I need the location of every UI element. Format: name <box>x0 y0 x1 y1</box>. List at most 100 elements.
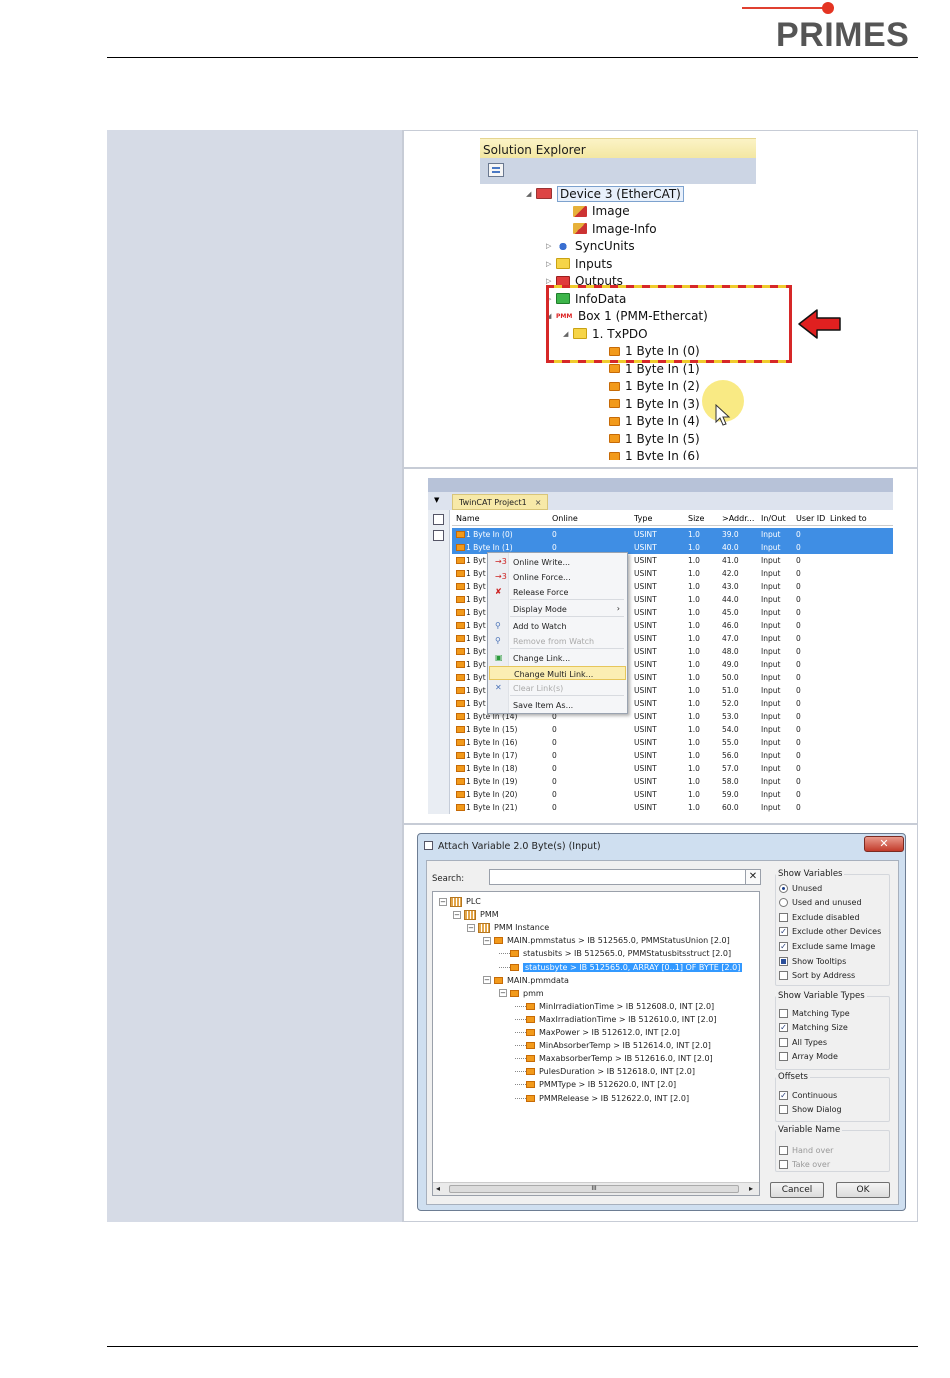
properties-icon[interactable] <box>488 163 504 177</box>
variable-tree-item[interactable]: MaxabsorberTemp > IB 512616.0, INT [2.0] <box>515 1052 713 1065</box>
expand-toggle-icon[interactable]: ◢ <box>526 190 536 198</box>
variable-tree-item[interactable]: − MAIN.pmmdata <box>483 974 569 987</box>
col-inout[interactable]: In/Out <box>761 514 786 523</box>
col-size[interactable]: Size <box>688 514 704 523</box>
checkbox[interactable]: ✓ <box>779 1090 788 1100</box>
variable-tree-item[interactable]: − PMM <box>453 908 499 921</box>
radio-button[interactable] <box>779 883 788 893</box>
option-used-and-unused[interactable]: Used and unused <box>779 897 862 909</box>
table-row[interactable]: 1 Byte In (16) 0 USINT 1.0 55.0 Input 0 <box>452 736 893 749</box>
variable-tree-item[interactable]: PMMRelease > IB 512622.0, INT [2.0] <box>515 1092 689 1105</box>
checkbox[interactable] <box>779 956 788 966</box>
table-row[interactable]: 1 Byte In (21) 0 USINT 1.0 60.0 Input 0 <box>452 801 893 814</box>
checkbox[interactable]: ✓ <box>779 927 788 937</box>
table-row[interactable]: 1 Byte In (17) 0 USINT 1.0 56.0 Input 0 <box>452 749 893 762</box>
radio-button[interactable] <box>779 898 788 908</box>
menu-item[interactable]: ✘ Release Force <box>489 585 626 599</box>
scroll-thumb[interactable]: III <box>449 1185 739 1193</box>
variable-tree-item[interactable]: MaxPower > IB 512612.0, INT [2.0] <box>515 1026 680 1039</box>
checkbox[interactable] <box>779 912 788 922</box>
col-online[interactable]: Online <box>552 514 578 523</box>
option-continuous[interactable]: ✓ Continuous <box>779 1089 837 1101</box>
tree-item[interactable]: ◢ Device 3 (EtherCAT) <box>526 185 684 202</box>
list-view-icon[interactable] <box>433 514 444 525</box>
collapse-toggle-icon[interactable]: − <box>439 897 447 906</box>
table-row[interactable]: 1 Byte In (19) 0 USINT 1.0 58.0 Input 0 <box>452 775 893 788</box>
tree-item[interactable]: ▷ Inputs <box>546 255 612 272</box>
tab-close-icon[interactable]: × <box>535 498 542 507</box>
variable-tree-item[interactable]: − MAIN.pmmstatus > IB 512565.0, PMMStatus… <box>483 934 730 947</box>
table-row[interactable]: 1 Byte In (18) 0 USINT 1.0 57.0 Input 0 <box>452 762 893 775</box>
collapse-toggle-icon[interactable]: − <box>483 936 491 945</box>
tab-dropdown-icon[interactable]: ▼ <box>434 496 439 504</box>
variable-tree-item[interactable]: − PLC <box>439 895 481 908</box>
collapse-toggle-icon[interactable]: − <box>453 910 461 919</box>
search-input[interactable] <box>489 869 759 885</box>
tab-twincat-project[interactable]: TwinCAT Project1 × <box>452 494 549 510</box>
ok-button[interactable]: OK <box>836 1182 890 1198</box>
variable-tree-item[interactable]: MinAbsorberTemp > IB 512614.0, INT [2.0] <box>515 1039 711 1052</box>
menu-item[interactable]: →3 Online Force... <box>489 570 626 584</box>
menu-item[interactable]: ▣ Change Link... <box>489 651 626 665</box>
checkbox[interactable]: ✓ <box>779 941 788 951</box>
variable-tree-item[interactable]: − pmm <box>499 987 544 1000</box>
variable-tree-item[interactable]: PMMType > IB 512620.0, INT [2.0] <box>515 1078 676 1091</box>
collapse-toggle-icon[interactable]: − <box>467 923 475 932</box>
expand-toggle-icon[interactable]: ▷ <box>546 277 556 285</box>
option-exclude-other-devices[interactable]: ✓ Exclude other Devices <box>779 926 881 938</box>
window-icon[interactable] <box>433 530 444 541</box>
checkbox[interactable]: ✓ <box>779 1023 788 1033</box>
variable-tree-item[interactable]: − PMM Instance <box>467 921 549 934</box>
tree-item[interactable]: 1 Byte In (3) <box>599 395 700 412</box>
option-exclude-same-image[interactable]: ✓ Exclude same Image <box>779 940 875 952</box>
option-sort-by-address[interactable]: Sort by Address <box>779 970 855 982</box>
col-linked[interactable]: Linked to <box>830 514 867 523</box>
table-row[interactable]: 1 Byte In (15) 0 USINT 1.0 54.0 Input 0 <box>452 723 893 736</box>
scroll-right-icon[interactable]: ▸ <box>749 1184 753 1193</box>
col-userid[interactable]: User ID <box>796 514 825 523</box>
option-matching-size[interactable]: ✓ Matching Size <box>779 1022 848 1034</box>
checkbox[interactable] <box>779 971 788 981</box>
option-show-dialog[interactable]: Show Dialog <box>779 1104 842 1116</box>
cancel-button[interactable]: Cancel <box>770 1182 824 1198</box>
checkbox[interactable] <box>779 1052 788 1062</box>
option-show-tooltips[interactable]: Show Tooltips <box>779 955 846 967</box>
option-exclude-disabled[interactable]: Exclude disabled <box>779 911 860 923</box>
menu-item[interactable]: ⚲ Add to Watch <box>489 619 626 633</box>
menu-item[interactable]: Save Item As... <box>489 698 626 712</box>
table-row[interactable]: 1 Byte In (0) 0 USINT 1.0 39.0 Input 0 <box>452 528 893 541</box>
horizontal-scrollbar[interactable]: ◂ III ▸ <box>433 1182 759 1195</box>
collapse-toggle-icon[interactable]: − <box>499 989 507 998</box>
menu-item[interactable]: Change Multi Link... <box>489 666 626 680</box>
tree-item[interactable]: 1 Byte In (6) <box>599 448 700 460</box>
checkbox[interactable] <box>779 1105 788 1115</box>
variable-tree-item[interactable]: MaxIrradiationTime > IB 512610.0, INT [2… <box>515 1013 717 1026</box>
menu-item[interactable]: →3 Online Write... <box>489 555 626 569</box>
expand-toggle-icon[interactable]: ▷ <box>546 242 556 250</box>
scroll-left-icon[interactable]: ◂ <box>436 1184 440 1193</box>
option-matching-type[interactable]: Matching Type <box>779 1007 850 1019</box>
option-array-mode[interactable]: Array Mode <box>779 1051 838 1063</box>
variable-tree[interactable]: − PLC − PMM − PMM Instance − MAIN.pmmstatus > I… <box>432 891 760 1196</box>
variable-tree-item[interactable]: statusbits > IB 512565.0, PMMStatusbitss… <box>499 947 731 960</box>
variable-tree-item[interactable]: statusbyte > IB 512565.0, ARRAY [0..1] O… <box>499 961 743 974</box>
col-addr[interactable]: >Addr... <box>722 514 754 523</box>
table-row[interactable]: 1 Byte In (20) 0 USINT 1.0 59.0 Input 0 <box>452 788 893 801</box>
option-all-types[interactable]: All Types <box>779 1036 827 1048</box>
collapse-toggle-icon[interactable]: − <box>483 976 491 985</box>
col-type[interactable]: Type <box>634 514 652 523</box>
expand-toggle-icon[interactable]: ▷ <box>546 260 556 268</box>
tree-item[interactable]: Image <box>563 203 630 220</box>
tree-item[interactable]: Image-Info <box>563 220 657 237</box>
dialog-close-button[interactable]: ✕ <box>864 836 904 852</box>
search-clear-button[interactable]: ✕ <box>745 869 761 885</box>
option-unused[interactable]: Unused <box>779 882 822 894</box>
menu-item[interactable]: Display Mode › <box>489 602 626 616</box>
col-name[interactable]: Name <box>456 514 480 523</box>
checkbox[interactable] <box>779 1008 788 1018</box>
tree-item[interactable]: 1 Byte In (5) <box>599 430 700 447</box>
tree-item[interactable]: ▷ SyncUnits <box>546 238 635 255</box>
tree-item[interactable]: 1 Byte In (4) <box>599 413 700 430</box>
variable-tree-item[interactable]: PulesDuration > IB 512618.0, INT [2.0] <box>515 1065 695 1078</box>
tree-item[interactable]: 1 Byte In (2) <box>599 378 700 395</box>
